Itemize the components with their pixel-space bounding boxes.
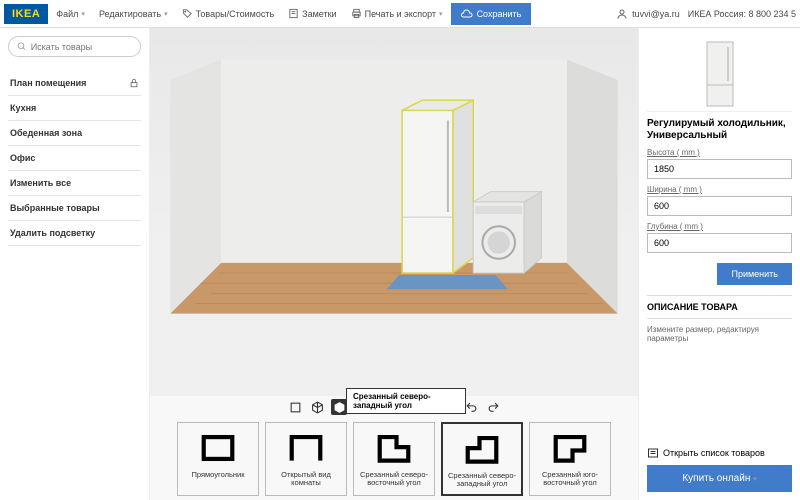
- note-icon: [288, 8, 299, 19]
- shape-open[interactable]: Открытый вид комнаты: [265, 422, 347, 496]
- menu-edit[interactable]: Редактировать▾: [93, 5, 174, 23]
- product-title: Регулирумый холодильник, Универсальный: [647, 118, 792, 142]
- desc-heading: ОПИСАНИЕ ТОВАРА: [647, 295, 792, 319]
- width-label: Ширина ( mm ): [647, 185, 792, 194]
- product-image: [647, 36, 792, 112]
- sidebar: План помещения Кухня Обеденная зона Офис…: [0, 28, 150, 500]
- shape-ne-cut[interactable]: Срезанный северо-восточный угол: [353, 422, 435, 496]
- sidebar-item-office[interactable]: Офис: [8, 146, 141, 171]
- shapes-row: Прямоугольник Открытый вид комнаты Среза…: [150, 418, 638, 500]
- tag-icon: [182, 8, 193, 19]
- list-icon: [647, 447, 659, 459]
- tool-redo-icon[interactable]: [485, 399, 501, 415]
- shape-rect[interactable]: Прямоугольник: [177, 422, 259, 496]
- menu-notes[interactable]: Заметки: [282, 4, 342, 23]
- search-icon: [17, 41, 27, 52]
- desc-text: Измените размер, редактируя параметры: [647, 319, 792, 349]
- view-toolbar: Срезанный северо-западный угол: [150, 396, 638, 418]
- print-icon: [351, 8, 362, 19]
- phone-info: ИКЕА Россия: 8 800 234 5: [688, 9, 796, 19]
- room-3d-view[interactable]: [150, 28, 638, 396]
- lock-icon: [129, 78, 139, 88]
- sidebar-item-plan[interactable]: План помещения: [8, 71, 141, 96]
- depth-input[interactable]: [647, 233, 792, 253]
- tool-cube-solid-icon[interactable]: [331, 399, 347, 415]
- sidebar-item-highlight[interactable]: Удалить подсветку: [8, 221, 141, 246]
- header: IKEA Файл▾ Редактировать▾ Товары/Стоимос…: [0, 0, 800, 28]
- view-tooltip: Срезанный северо-западный угол: [346, 388, 466, 414]
- shape-se-cut[interactable]: Срезанный юго-восточный угол: [529, 422, 611, 496]
- open-product-list[interactable]: Открыть список товаров: [647, 441, 792, 465]
- search-input[interactable]: [31, 42, 132, 52]
- ikea-logo: IKEA: [4, 4, 48, 24]
- menu-print[interactable]: Печать и экспорт▾: [345, 4, 449, 23]
- tool-square-icon[interactable]: [287, 399, 303, 415]
- tool-cube-outline-icon[interactable]: [309, 399, 325, 415]
- sidebar-item-dining[interactable]: Обеденная зона: [8, 121, 141, 146]
- menu-file[interactable]: Файл▾: [50, 5, 91, 23]
- user-email[interactable]: tuvvi@ya.ru: [616, 8, 680, 20]
- sidebar-item-selected[interactable]: Выбранные товары: [8, 196, 141, 221]
- search-box[interactable]: [8, 36, 141, 57]
- washer-3d[interactable]: [473, 192, 541, 273]
- shape-nw-cut[interactable]: Срезанный северо-западный угол: [441, 422, 523, 496]
- apply-button[interactable]: Применить: [717, 263, 792, 285]
- menu-products[interactable]: Товары/Стоимость: [176, 4, 281, 23]
- save-button[interactable]: Сохранить: [451, 3, 532, 25]
- sidebar-item-changeall[interactable]: Изменить все: [8, 171, 141, 196]
- height-label: Высота ( mm ): [647, 148, 792, 157]
- user-icon: [616, 8, 628, 20]
- cloud-icon: [461, 8, 473, 20]
- buy-online-button[interactable]: Купить онлайн ▾: [647, 465, 792, 492]
- canvas-area: Срезанный северо-западный угол Прямоугол…: [150, 28, 638, 500]
- fridge-3d[interactable]: [402, 100, 473, 273]
- width-input[interactable]: [647, 196, 792, 216]
- sidebar-item-kitchen[interactable]: Кухня: [8, 96, 141, 121]
- height-input[interactable]: [647, 159, 792, 179]
- right-panel: Регулирумый холодильник, Универсальный В…: [638, 28, 800, 500]
- depth-label: Глубина ( mm ): [647, 222, 792, 231]
